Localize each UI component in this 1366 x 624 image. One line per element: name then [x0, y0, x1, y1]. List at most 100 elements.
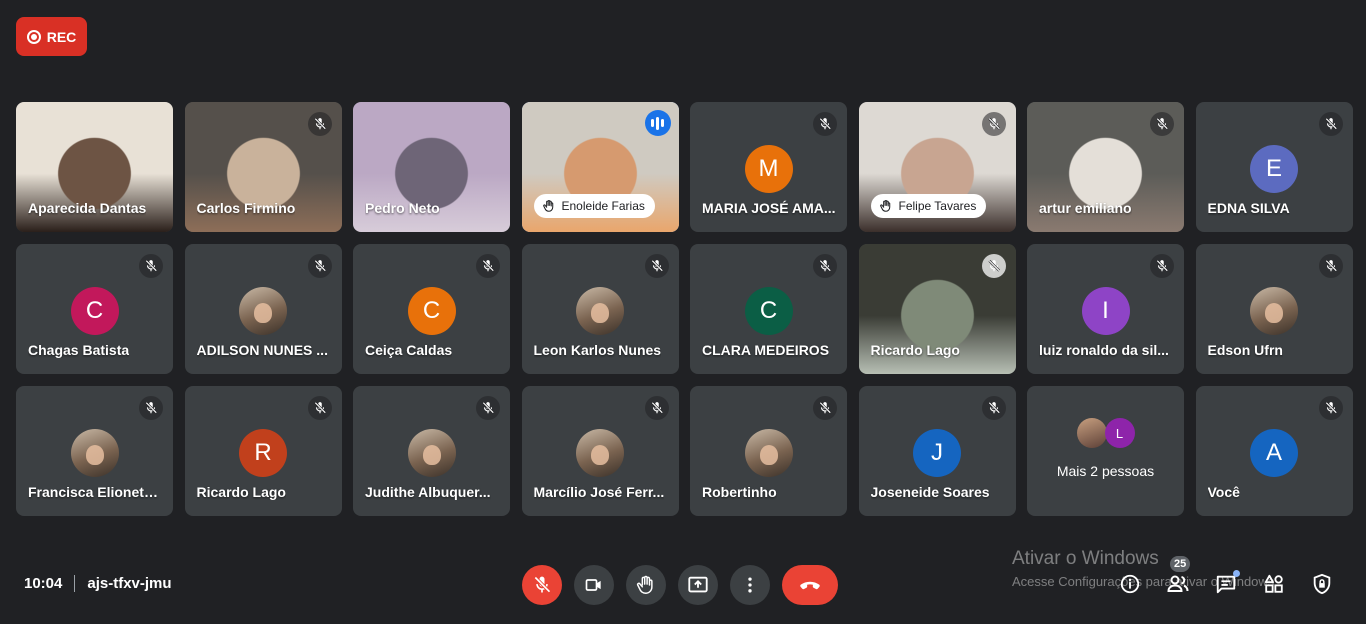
participant-avatar: [744, 429, 793, 477]
participants-count-badge: 25: [1170, 556, 1191, 572]
participant-avatar: L: [1104, 418, 1135, 448]
participant-name: Felipe Tavares: [898, 199, 977, 213]
participant-name: Marcílio José Ferr...: [533, 484, 665, 500]
participant-avatar: C: [70, 287, 119, 335]
participant-name: Ricardo Lago: [870, 342, 960, 358]
participant-avatar: [576, 287, 624, 335]
participant-avatar: I: [1081, 287, 1130, 335]
participant-name: Robertinho: [702, 484, 777, 500]
new-message-dot: [1233, 570, 1240, 577]
participant-tile[interactable]: Iluiz ronaldo da sil...: [1027, 244, 1184, 374]
participants-button[interactable]: 25: [1164, 556, 1192, 598]
participant-tile[interactable]: C Chagas Batista: [16, 244, 173, 374]
mic-off-icon: [307, 254, 332, 278]
more-participants-avatars: L: [1027, 418, 1184, 448]
participant-avatar: C: [744, 287, 793, 335]
meeting-details[interactable]: 10:04 ajs-tfxv-jmu: [24, 575, 172, 592]
participant-name: ADILSON NUNES ...: [196, 342, 328, 358]
participant-tile[interactable]: Robertinho: [690, 386, 847, 516]
shapes-icon: [1264, 574, 1283, 593]
participant-avatar: E: [1250, 145, 1298, 193]
mic-off-icon: [981, 112, 1006, 136]
participant-avatar: J: [913, 429, 961, 477]
activities-button[interactable]: [1260, 570, 1288, 598]
mic-off-icon: [476, 396, 500, 420]
leave-call-button[interactable]: [782, 565, 838, 605]
participant-tile[interactable]: Aparecida Dantas: [16, 102, 173, 232]
participant-name-pill: Enoleide Farias: [533, 194, 655, 218]
mic-off-icon: [813, 254, 837, 278]
mic-off-icon: [644, 254, 669, 278]
mic-off-icon: [139, 254, 163, 278]
divider: [74, 575, 76, 592]
mic-off-icon: [981, 396, 1006, 420]
hand-icon: [636, 575, 653, 594]
participant-tile[interactable]: Ricardo Lago: [858, 244, 1016, 374]
participant-tile[interactable]: M MARIA JOSÉ AMA...: [690, 102, 847, 232]
participant-name: Judithe Albuquer...: [365, 484, 491, 500]
participant-tile[interactable]: Marcílio José Ferr...: [521, 386, 679, 516]
participant-tile[interactable]: R Ricardo Lago: [184, 386, 342, 516]
more-vert-icon: [748, 577, 752, 593]
participant-tile[interactable]: L Mais 2 pessoas: [1027, 386, 1184, 516]
participant-avatar: [1076, 418, 1107, 448]
participant-name-pill: Felipe Tavares: [870, 194, 987, 218]
meeting-details-button[interactable]: [1116, 570, 1144, 598]
participant-tile[interactable]: A Você: [1195, 386, 1353, 516]
raise-hand-button[interactable]: [626, 565, 666, 605]
shield-lock-icon: [1313, 573, 1331, 595]
participant-tile[interactable]: C Ceiça Caldas: [353, 244, 510, 374]
host-controls-button[interactable]: [1308, 570, 1336, 598]
participant-name: Leon Karlos Nunes: [533, 342, 662, 358]
camera-toggle-button[interactable]: [574, 565, 614, 605]
participant-tile[interactable]: C CLARA MEDEIROS: [690, 244, 847, 374]
mic-off-icon: [534, 576, 551, 593]
participant-tile[interactable]: ADILSON NUNES ...: [184, 244, 342, 374]
participant-tile[interactable]: E EDNA SILVA: [1195, 102, 1353, 232]
more-options-button[interactable]: [730, 565, 770, 605]
participant-tile[interactable]: Edson Ufrn: [1195, 244, 1353, 374]
camera-icon: [585, 579, 601, 591]
participant-name: MARIA JOSÉ AMA...: [702, 200, 836, 216]
participant-name: Chagas Batista: [28, 342, 130, 358]
microphone-toggle-button[interactable]: [522, 565, 562, 605]
participant-tile[interactable]: Felipe Tavares: [858, 102, 1016, 232]
people-icon: [1167, 575, 1189, 592]
participant-name: artur emiliano: [1039, 200, 1132, 216]
participant-tile[interactable]: Enoleide Farias: [521, 102, 679, 232]
participant-tile[interactable]: Pedro Neto: [353, 102, 510, 232]
participant-tile[interactable]: Francisca Elionete...: [16, 386, 173, 516]
participant-name: Francisca Elionete...: [28, 484, 163, 500]
participant-name: Enoleide Farias: [561, 199, 645, 213]
mic-off-icon: [813, 396, 837, 420]
participant-name: Aparecida Dantas: [28, 200, 147, 216]
mic-off-icon: [1318, 396, 1343, 420]
participant-tile[interactable]: Judithe Albuquer...: [353, 386, 510, 516]
hand-icon: [542, 199, 556, 213]
hand-icon: [879, 199, 893, 213]
side-panel-controls: 25: [1116, 556, 1336, 598]
participant-name: Edson Ufrn: [1207, 342, 1283, 358]
participant-avatar: A: [1250, 429, 1298, 477]
mic-off-icon: [307, 396, 332, 420]
participant-tile[interactable]: Carlos Firmino: [184, 102, 342, 232]
meeting-code: ajs-tfxv-jmu: [87, 575, 172, 592]
participant-name: CLARA MEDEIROS: [702, 342, 830, 358]
call-end-icon: [800, 581, 820, 590]
chat-button[interactable]: [1212, 570, 1240, 598]
participant-tile[interactable]: artur emiliano: [1027, 102, 1184, 232]
present-screen-button[interactable]: [678, 565, 718, 605]
participant-tile[interactable]: Leon Karlos Nunes: [521, 244, 679, 374]
participant-name: luiz ronaldo da sil...: [1039, 342, 1169, 358]
participant-tile[interactable]: J Joseneide Soares: [858, 386, 1016, 516]
participant-name: EDNA SILVA: [1207, 200, 1290, 216]
participant-avatar: R: [239, 429, 287, 477]
participant-avatar: [1250, 287, 1298, 335]
recording-indicator[interactable]: REC: [16, 17, 87, 56]
mic-off-icon: [139, 396, 163, 420]
recording-label: REC: [46, 28, 77, 45]
record-icon: [26, 29, 41, 44]
participant-name: Carlos Firmino: [196, 200, 296, 216]
mic-off-icon: [1150, 254, 1174, 278]
mic-off-icon: [1318, 254, 1343, 278]
